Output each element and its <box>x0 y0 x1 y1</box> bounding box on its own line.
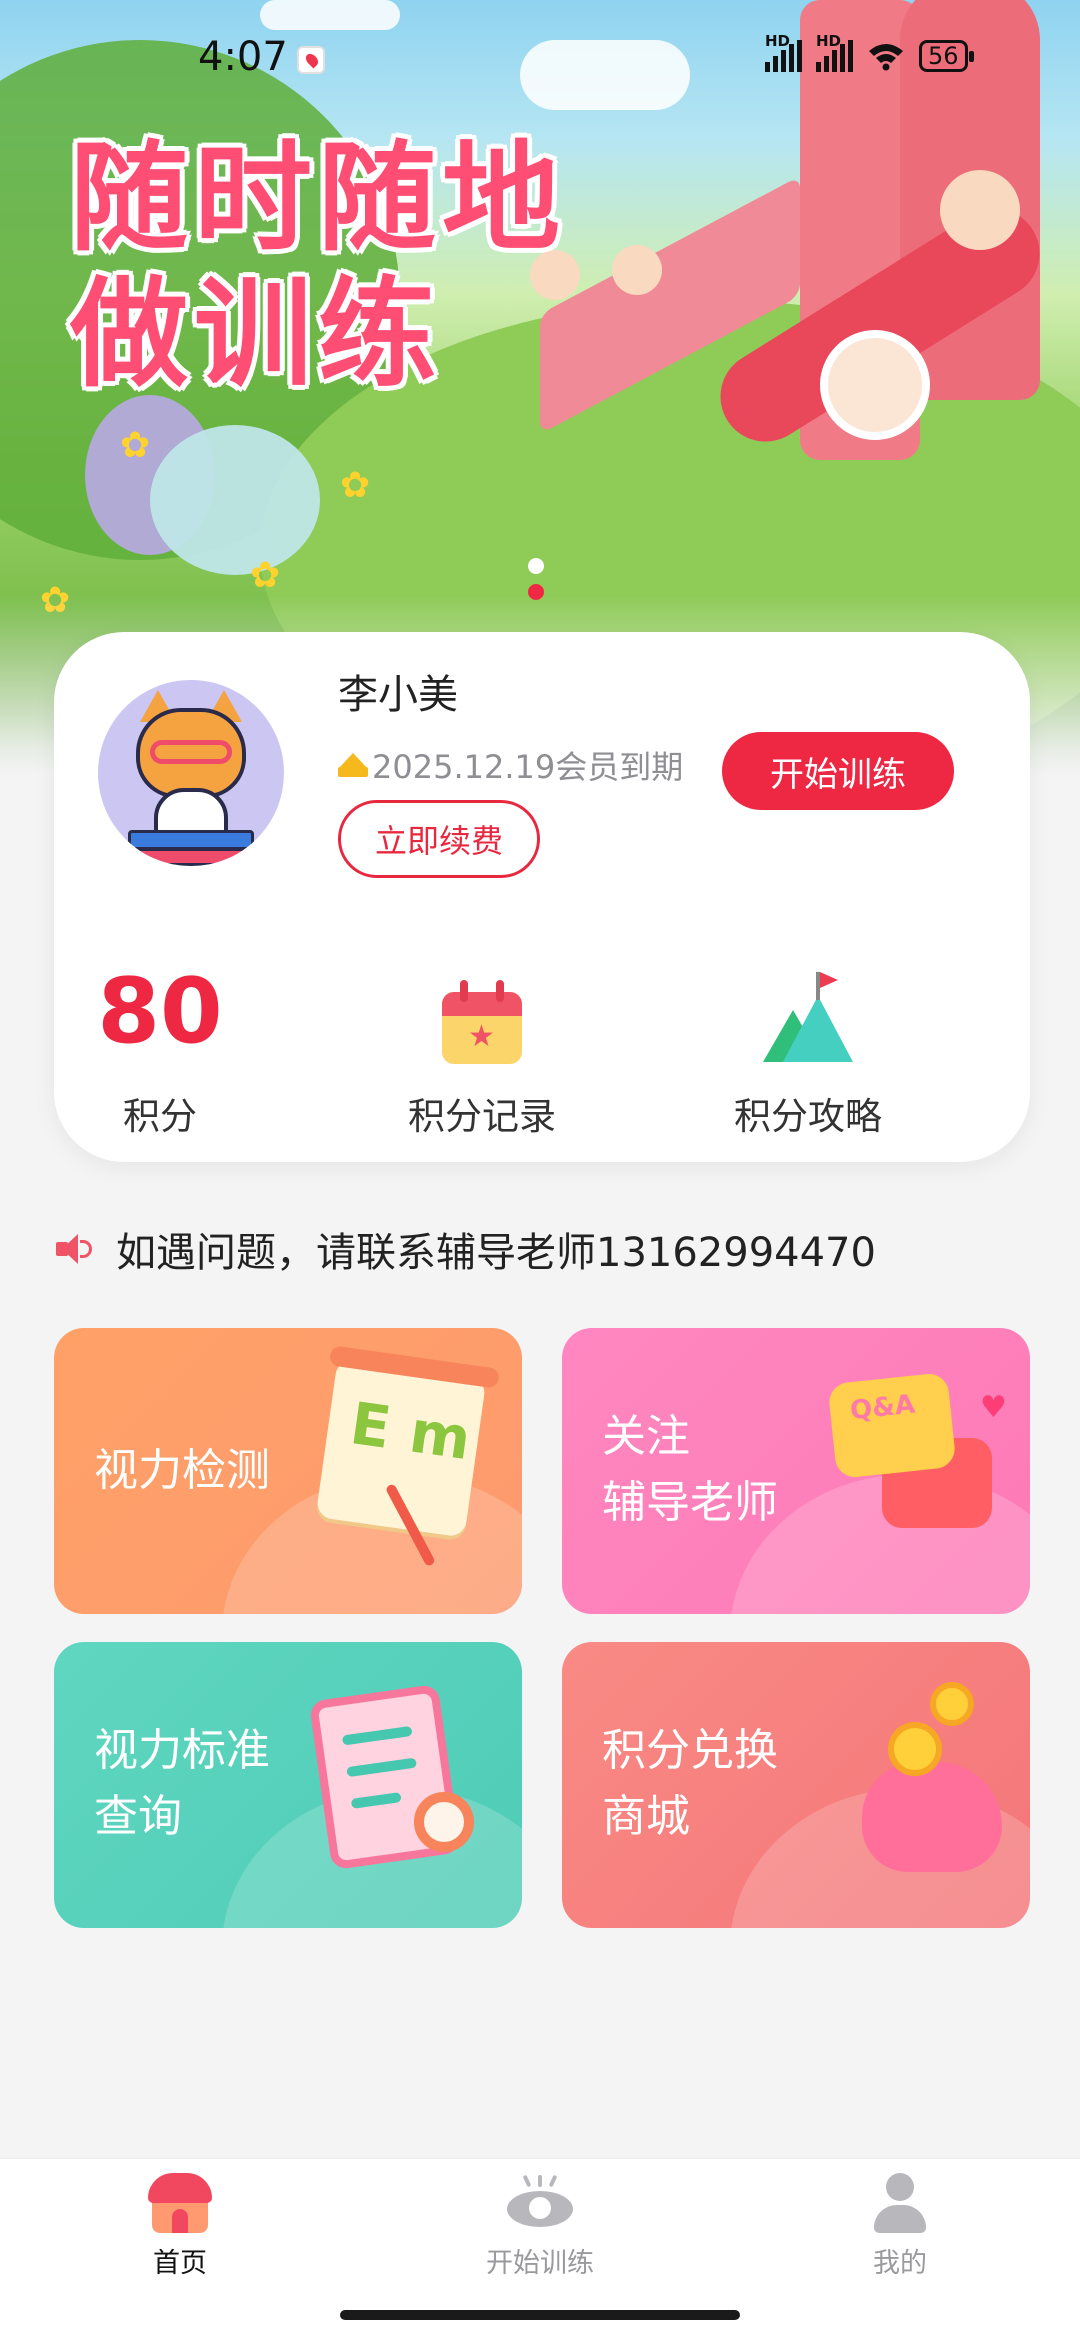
home-indicator <box>340 2310 740 2320</box>
membership-expiry-text: 2025.12.19会员到期 <box>372 748 684 786</box>
nav-start-training-label: 开始训练 <box>486 2248 594 2279</box>
battery-indicator: 56 <box>919 40 974 72</box>
points-stat[interactable]: 80 积分 <box>30 962 290 1140</box>
flower-decoration: ✿ <box>340 465 371 506</box>
nav-mine-label: 我的 <box>873 2248 927 2279</box>
renew-button[interactable]: 立即续费 <box>338 800 540 878</box>
points-guide-label: 积分攻略 <box>734 1095 882 1138</box>
coin-icon <box>888 1722 942 1776</box>
nav-home-label: 首页 <box>153 2248 207 2279</box>
child-illustration <box>940 170 1020 250</box>
status-bar: 4:07 HD HD 56 <box>0 0 1080 120</box>
status-time: 4:07 <box>198 34 288 80</box>
wifi-icon <box>867 41 905 71</box>
mountain-flag-icon <box>763 972 853 1062</box>
points-guide[interactable]: 积分攻略 <box>678 962 938 1140</box>
points-records[interactable]: ★ 积分记录 <box>352 962 612 1140</box>
user-name: 李小美 <box>338 672 458 718</box>
tile-vision-test[interactable]: 视力检测 E m <box>54 1328 522 1614</box>
flower-decoration: ✿ <box>120 425 151 466</box>
points-value: 80 <box>97 959 223 1064</box>
crown-icon <box>338 753 368 777</box>
piggy-bank-icon <box>862 1762 1002 1872</box>
location-icon <box>297 46 325 74</box>
heart-icon: ♥ <box>980 1390 1007 1425</box>
tile-points-mall[interactable]: 积分兑换 商城 <box>562 1642 1030 1928</box>
tile-vision-standard[interactable]: 视力标准 查询 <box>54 1642 522 1928</box>
tile-follow-teacher[interactable]: 关注 辅导老师 Q&A ♥ <box>562 1328 1030 1614</box>
notice-text: 如遇问题，请联系辅导老师13162994470 <box>116 1230 876 1276</box>
coin-icon <box>930 1682 974 1726</box>
tile-label: 视力检测 <box>94 1445 270 1496</box>
notice-bar: 如遇问题，请联系辅导老师13162994470 <box>56 1220 876 1278</box>
avatar[interactable] <box>98 680 284 866</box>
carousel-dot <box>528 558 544 574</box>
banner-title: 随时随地 做训练 <box>70 129 567 403</box>
profile-card: 李小美 2025.12.19会员到期 立即续费 开始训练 80 积分 ★ 积分记… <box>54 632 1030 1162</box>
magnifier-icon <box>414 1792 474 1852</box>
network-label: HD <box>816 32 842 50</box>
eye-chart-icon: E m <box>315 1345 500 1568</box>
network-label: HD <box>765 32 791 50</box>
child-illustration <box>820 330 930 440</box>
signal-icon: HD <box>765 32 802 72</box>
points-records-label: 积分记录 <box>408 1095 556 1138</box>
signal-icon: HD <box>816 32 853 72</box>
user-icon <box>870 2173 930 2233</box>
nav-mine[interactable]: 我的 <box>800 2173 1000 2280</box>
qa-bubble-icon: Q&A <box>827 1371 957 1480</box>
egg-decoration <box>150 425 320 575</box>
tile-label: 积分兑换 商城 <box>602 1725 778 1842</box>
tile-label: 关注 辅导老师 <box>602 1411 778 1528</box>
tile-label: 视力标准 查询 <box>94 1725 270 1842</box>
nav-home[interactable]: 首页 <box>80 2173 280 2280</box>
home-icon <box>148 2173 212 2233</box>
eye-icon <box>505 2173 575 2233</box>
flower-decoration: ✿ <box>250 555 281 596</box>
child-illustration <box>612 245 662 295</box>
points-label: 积分 <box>123 1095 197 1138</box>
speaker-icon <box>56 1234 92 1264</box>
membership-expiry: 2025.12.19会员到期 <box>338 742 683 788</box>
start-training-button[interactable]: 开始训练 <box>722 732 954 810</box>
calendar-icon: ★ <box>442 980 522 1066</box>
nav-start-training[interactable]: 开始训练 <box>440 2173 640 2280</box>
